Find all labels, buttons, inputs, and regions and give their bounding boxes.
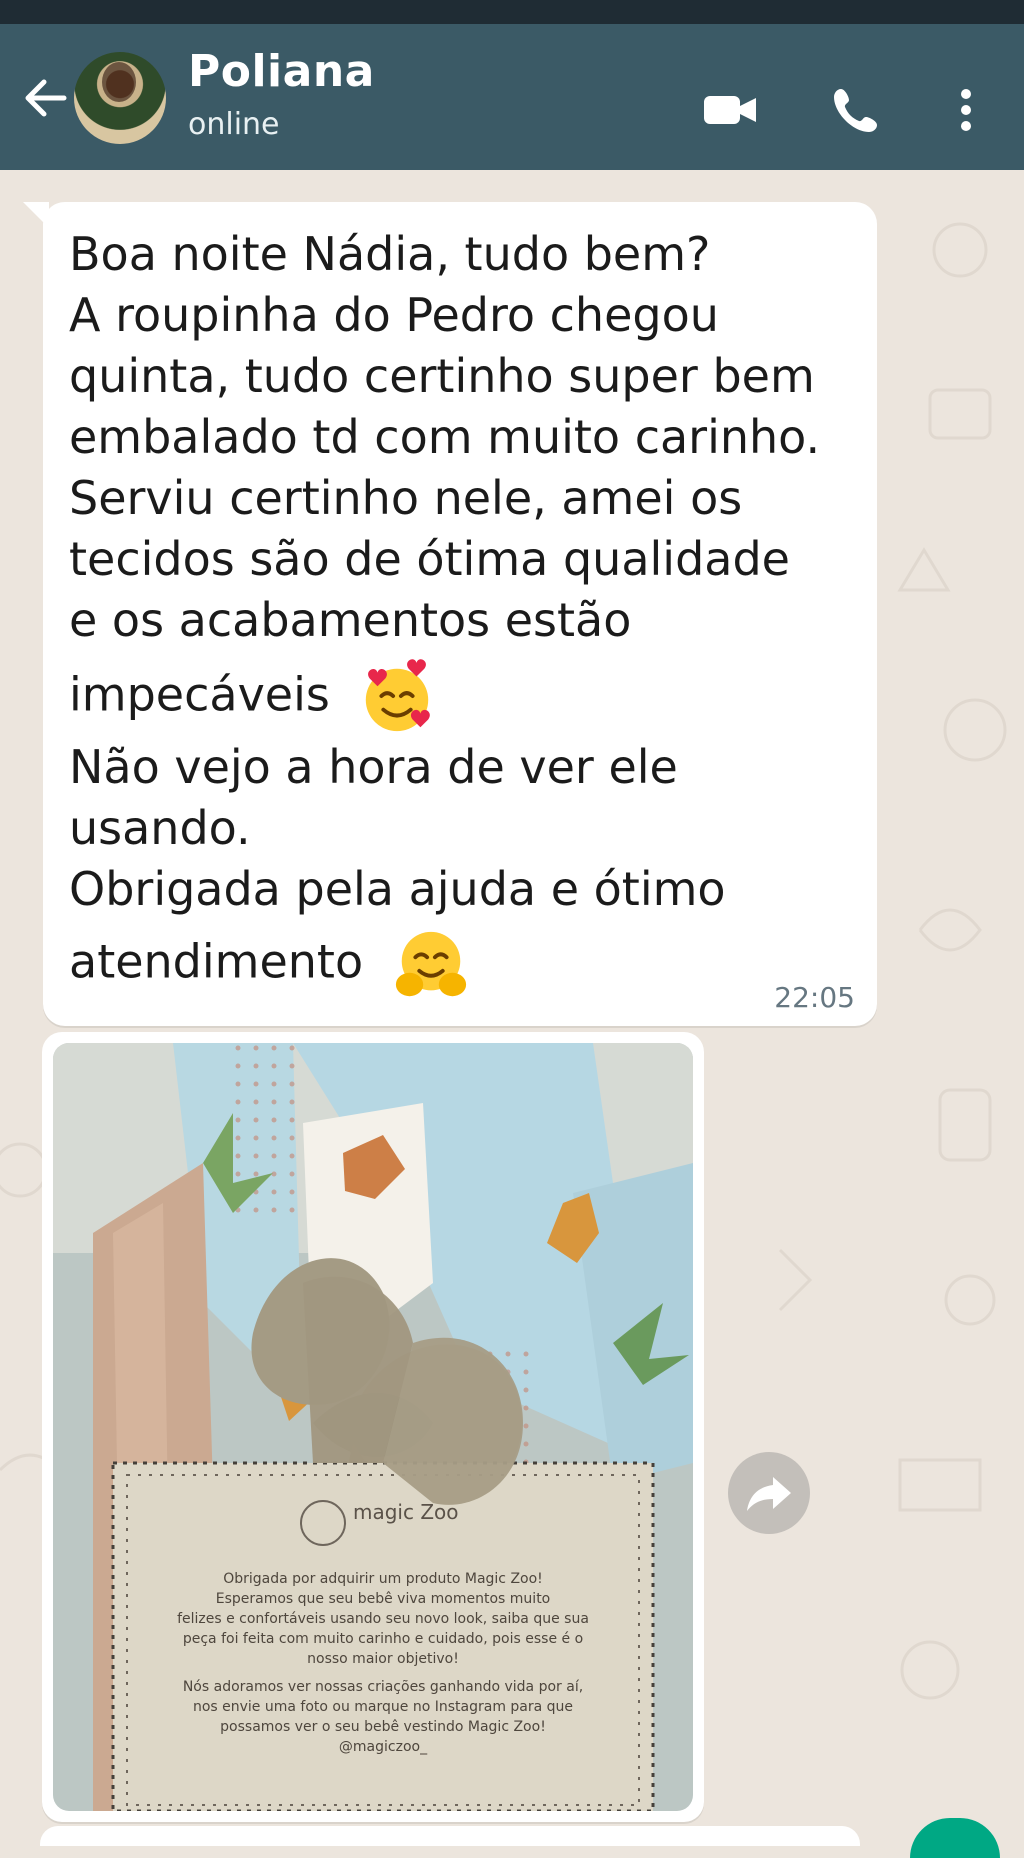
card-line: peça foi feita com muito carinho e cuida… [183, 1631, 583, 1647]
message-line: embalado td com muito carinho. [69, 410, 821, 464]
card-line: nosso maior objetivo! [307, 1651, 459, 1667]
message-line: A roupinha do Pedro chegou [69, 288, 719, 342]
card-line: nos envie uma foto ou marque no Instagra… [193, 1699, 573, 1715]
message-line: e os acabamentos estão [69, 593, 632, 647]
card-line: Nós adoramos ver nossas criações ganhand… [183, 1679, 583, 1695]
image-message[interactable]: magic Zoo Obrigada por adquirir um produ… [42, 1032, 704, 1822]
contact-status: online [188, 107, 280, 142]
message-line: Não vejo a hora de ver ele [69, 740, 678, 794]
message-line: Obrigada pela ajuda e ótimo [69, 862, 726, 916]
card-line: possamos ver o seu bebê vestindo Magic Z… [220, 1719, 546, 1735]
smiling-face-with-hearts-icon [366, 659, 431, 732]
back-arrow-icon[interactable] [20, 72, 72, 124]
card-line: felizes e confortáveis usando seu novo l… [177, 1611, 589, 1627]
voice-call-icon[interactable] [826, 80, 886, 140]
next-message-edge [40, 1826, 860, 1846]
contact-avatar[interactable] [74, 52, 166, 144]
message-line-with-emoji: atendimento [69, 926, 869, 1004]
message-line: usando. [69, 801, 251, 855]
forward-share-icon[interactable] [728, 1452, 810, 1534]
message-line-text: impecáveis [69, 667, 330, 722]
more-options-icon[interactable] [936, 80, 996, 140]
message-text: Boa noite Nádia, tudo bem? A roupinha do… [69, 224, 869, 1004]
contact-info[interactable]: Poliana online [188, 46, 375, 142]
card-line: Esperamos que seu bebê viva momentos mui… [216, 1591, 551, 1607]
received-message[interactable]: Boa noite Nádia, tudo bem? A roupinha do… [23, 202, 877, 1026]
message-line: Serviu certinho nele, amei os [69, 471, 743, 525]
video-call-icon[interactable] [700, 80, 760, 140]
message-line: Boa noite Nádia, tudo bem? [69, 227, 711, 281]
message-timestamp: 22:05 [774, 981, 855, 1014]
chat-header: Poliana online [0, 24, 1024, 170]
message-line: quinta, tudo certinho super bem [69, 349, 815, 403]
contact-name: Poliana [188, 46, 375, 97]
hugging-face-icon [395, 931, 466, 997]
message-line: tecidos são de ótima qualidade [69, 532, 790, 586]
message-line-with-emoji: impecáveis [69, 659, 869, 737]
message-photo[interactable]: magic Zoo Obrigada por adquirir um produ… [53, 1043, 693, 1811]
card-line: @magiczoo_ [339, 1739, 428, 1755]
card-line: Obrigada por adquirir um produto Magic Z… [223, 1571, 543, 1587]
status-bar [0, 0, 1024, 24]
message-line-text: atendimento [69, 934, 364, 989]
